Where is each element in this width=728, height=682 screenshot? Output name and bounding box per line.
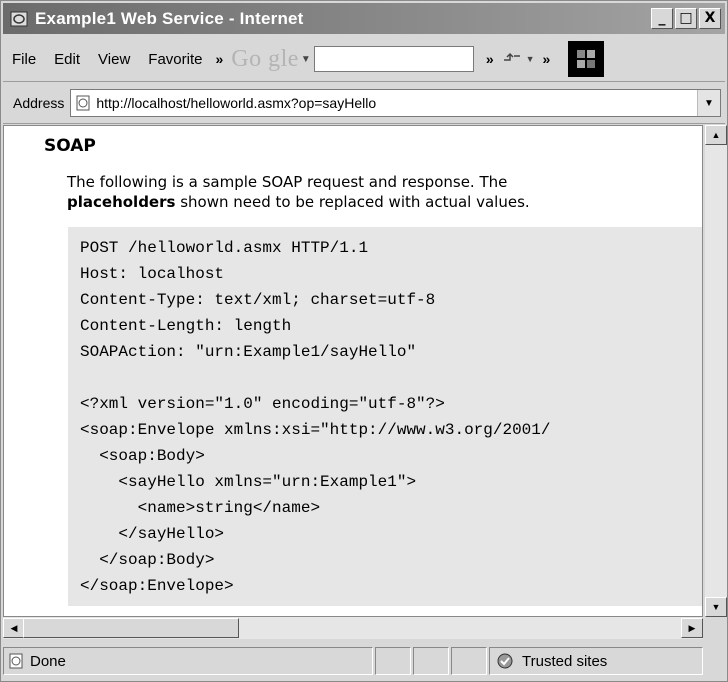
minimize-button[interactable]: _ [651,8,673,29]
code-line: </sayHello> [80,525,225,543]
code-sample-box: POST /helloworld.asmx HTTP/1.1 Host: loc… [68,227,702,606]
status-text-cell: Done [3,647,373,675]
soap-request-code: POST /helloworld.asmx HTTP/1.1 Host: loc… [80,235,550,599]
code-line: Host: localhost [80,265,225,283]
toolbar-dropdown-icon[interactable]: ▼ [526,54,535,64]
address-label: Address [13,95,65,111]
intro-line1: The following is a sample SOAP request a… [67,173,508,191]
menu-overflow-chevron[interactable]: » [211,51,227,67]
address-url[interactable]: http://localhost/helloworld.asmx?op=sayH… [96,95,697,111]
scrollbar-corner [705,617,727,639]
internet-explorer-icon [9,9,29,29]
code-line: <soap:Body> [80,447,205,465]
google-logo[interactable]: Go gle [227,46,301,73]
status-cell-3 [451,647,487,675]
google-search-input[interactable] [313,46,474,72]
code-line: <?xml version="1.0" encoding="utf-8"?> [80,395,445,413]
code-line: <sayHello xmlns="urn:Example1"> [80,473,417,491]
status-cell-1 [375,647,411,675]
security-zone-cell[interactable]: Trusted sites [489,647,703,675]
status-bar: Done Trusted sites [3,641,725,681]
title-bar[interactable]: Example1 Web Service - Internet _ □ X [3,3,725,34]
scroll-right-icon[interactable]: ▶ [681,618,703,638]
scroll-down-icon[interactable]: ▼ [705,597,727,617]
horizontal-scrollbar[interactable]: ◀ ▶ [3,617,703,639]
close-button[interactable]: X [699,8,721,29]
windows-logo-throbber [568,41,605,77]
menu-favorites[interactable]: Favorite [139,51,211,68]
maximize-button[interactable]: □ [675,8,697,29]
trusted-sites-icon [496,652,514,670]
scroll-up-icon[interactable]: ▲ [705,125,727,145]
page-content: SOAP The following is a sample SOAP requ… [3,125,703,617]
toolbar-overflow-chevron[interactable]: » [482,51,498,67]
security-zone-text: Trusted sites [522,652,608,670]
code-line: <name>string</name> [80,499,321,517]
code-line: <soap:Envelope xmlns:xsi="http://www.w3.… [80,421,551,439]
window-title: Example1 Web Service - Internet [35,8,304,28]
menu-view[interactable]: View [89,51,139,68]
code-line: </soap:Envelope> [80,577,234,595]
address-dropdown-icon[interactable]: ▼ [697,90,720,116]
horizontal-scroll-thumb[interactable] [23,618,239,638]
menu-bar: File Edit View Favorite » Go gle ▼ » ▼ » [3,37,725,82]
toolbar-overflow-chevron-2[interactable]: » [539,51,555,67]
code-line: </soap:Body> [80,551,215,569]
browser-window: Example1 Web Service - Internet _ □ X Fi… [0,0,728,682]
address-bar: Address http://localhost/helloworld.asmx… [3,83,725,124]
code-line: SOAPAction: "urn:Example1/sayHello" [80,343,417,361]
menu-file[interactable]: File [3,51,45,68]
code-line: POST /helloworld.asmx HTTP/1.1 [80,239,369,257]
vertical-scrollbar[interactable]: ▲ ▼ [705,125,727,617]
scroll-left-icon[interactable]: ◀ [3,618,25,638]
section-heading: SOAP [44,136,96,156]
menu-edit[interactable]: Edit [45,51,89,68]
links-icon[interactable] [502,51,522,68]
page-done-icon [8,653,24,669]
status-cell-2 [413,647,449,675]
address-field[interactable]: http://localhost/helloworld.asmx?op=sayH… [70,89,721,117]
page-icon [75,95,91,111]
status-text: Done [30,652,66,670]
google-dropdown-icon[interactable]: ▼ [301,54,311,65]
intro-placeholders: placeholders [67,193,176,211]
intro-line2: shown need to be replaced with actual va… [175,193,530,211]
intro-text: The following is a sample SOAP request a… [67,172,667,212]
code-line: Content-Type: text/xml; charset=utf-8 [80,291,436,309]
code-line: Content-Length: length [80,317,292,335]
